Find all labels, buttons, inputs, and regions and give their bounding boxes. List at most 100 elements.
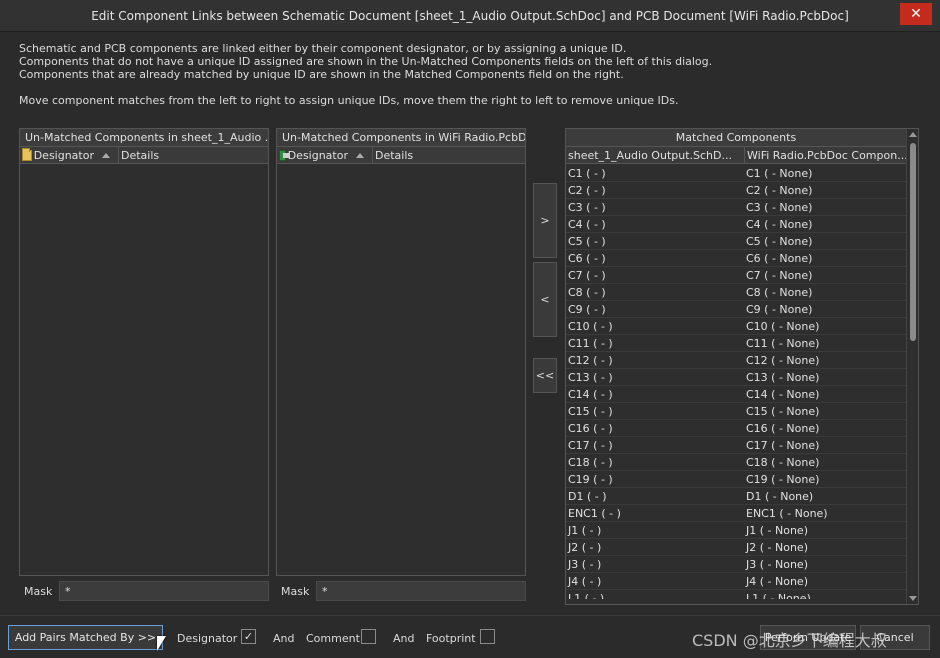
comment-label: Comment — [306, 632, 360, 645]
column-header-row: sheet_1_Audio Output.SchD... WiFi Radio.… — [566, 147, 906, 164]
matched-row[interactable]: L1 ( - ) L1 ( - None) — [566, 590, 906, 600]
middle-mask-label: Mask — [281, 585, 310, 598]
schematic-component-cell: J2 ( - ) — [568, 540, 602, 554]
details-column-header[interactable]: Details — [118, 147, 268, 163]
schematic-folder-icon — [22, 147, 32, 161]
matched-row[interactable]: C17 ( - ) C17 ( - None) — [566, 437, 906, 454]
matched-row[interactable]: C2 ( - ) C2 ( - None) — [566, 182, 906, 199]
column-header-row: Designator Details — [20, 147, 268, 164]
pcb-component-cell: C9 ( - None) — [746, 302, 813, 316]
info-text: Schematic and PCB components are linked … — [19, 42, 919, 107]
matched-row[interactable]: J4 ( - ) J4 ( - None) — [566, 573, 906, 590]
cancel-button[interactable]: Cancel — [860, 625, 930, 650]
pcb-component-cell: C1 ( - None) — [746, 166, 813, 180]
pcb-component-cell: C5 ( - None) — [746, 234, 813, 248]
matched-row[interactable]: C1 ( - ) C1 ( - None) — [566, 165, 906, 182]
comment-checkbox[interactable] — [361, 629, 376, 644]
matched-row[interactable]: C18 ( - ) C18 ( - None) — [566, 454, 906, 471]
pcb-component-cell: C2 ( - None) — [746, 183, 813, 197]
pcb-component-cell: J2 ( - None) — [746, 540, 808, 554]
matched-row[interactable]: C12 ( - ) C12 ( - None) — [566, 352, 906, 369]
and-label: And — [273, 632, 295, 645]
matched-row[interactable]: C19 ( - ) C19 ( - None) — [566, 471, 906, 488]
info-line: Components that do not have a unique ID … — [19, 55, 713, 68]
matched-row[interactable]: C5 ( - ) C5 ( - None) — [566, 233, 906, 250]
details-column-header[interactable]: Details — [372, 147, 525, 163]
move-left-button[interactable]: < — [533, 262, 557, 337]
pcb-component-cell: C11 ( - None) — [746, 336, 820, 350]
dialog-footer: Add Pairs Matched By >> Designator ✓ And… — [0, 615, 940, 658]
matched-row[interactable]: J1 ( - ) J1 ( - None) — [566, 522, 906, 539]
matched-row[interactable]: C6 ( - ) C6 ( - None) — [566, 250, 906, 267]
pcb-component-cell: ENC1 ( - None) — [746, 506, 828, 520]
vertical-scrollbar[interactable] — [906, 129, 918, 604]
matched-row[interactable]: C13 ( - ) C13 ( - None) — [566, 369, 906, 386]
schematic-component-cell: D1 ( - ) — [568, 489, 607, 503]
schematic-component-cell: C4 ( - ) — [568, 217, 606, 231]
pcb-component-cell: C17 ( - None) — [746, 438, 820, 452]
schematic-component-cell: J1 ( - ) — [568, 523, 602, 537]
move-right-button[interactable]: > — [533, 183, 557, 258]
pcb-component-cell: C14 ( - None) — [746, 387, 820, 401]
window-title: Edit Component Links between Schematic D… — [91, 8, 849, 23]
panel-title: Un-Matched Components in WiFi Radio.PcbD… — [282, 131, 525, 144]
footprint-checkbox[interactable] — [480, 629, 495, 644]
schematic-component-cell: C16 ( - ) — [568, 421, 613, 435]
pcb-component-cell: C16 ( - None) — [746, 421, 820, 435]
schematic-component-cell: C3 ( - ) — [568, 200, 606, 214]
matched-row[interactable]: J2 ( - ) J2 ( - None) — [566, 539, 906, 556]
designator-column-header[interactable]: Designator — [20, 147, 118, 163]
schematic-component-cell: L1 ( - ) — [568, 591, 605, 600]
middle-mask-input[interactable]: * — [316, 581, 526, 601]
info-line: Components that are already matched by u… — [19, 68, 624, 81]
pcb-component-cell: C6 ( - None) — [746, 251, 813, 265]
sort-ascending-icon — [102, 152, 110, 158]
pcb-component-cell: C4 ( - None) — [746, 217, 813, 231]
matched-row[interactable]: C3 ( - ) C3 ( - None) — [566, 199, 906, 216]
matched-row[interactable]: J3 ( - ) J3 ( - None) — [566, 556, 906, 573]
pcb-component-cell: J4 ( - None) — [746, 574, 808, 588]
pcb-component-cell: L1 ( - None) — [746, 591, 811, 600]
schematic-component-cell: J4 ( - ) — [568, 574, 602, 588]
schematic-component-cell: J3 ( - ) — [568, 557, 602, 571]
unmatched-schematic-panel[interactable]: Un-Matched Components in sheet_1_Audio .… — [19, 128, 269, 576]
schematic-component-cell: C6 ( - ) — [568, 251, 606, 265]
pcb-component-cell: J1 ( - None) — [746, 523, 808, 537]
pcb-component-cell: J3 ( - None) — [746, 557, 808, 571]
sort-ascending-icon — [356, 152, 364, 158]
close-button[interactable]: ✕ — [900, 3, 932, 25]
add-pairs-matched-by-button[interactable]: Add Pairs Matched By >> — [8, 625, 163, 650]
designator-column-header[interactable]: Designator — [277, 147, 372, 163]
pcb-component-cell: C8 ( - None) — [746, 285, 813, 299]
pcb-component-cell: D1 ( - None) — [746, 489, 814, 503]
schematic-component-cell: C17 ( - ) — [568, 438, 613, 452]
matched-row[interactable]: D1 ( - ) D1 ( - None) — [566, 488, 906, 505]
matched-row[interactable]: C15 ( - ) C15 ( - None) — [566, 403, 906, 420]
scroll-thumb[interactable] — [910, 143, 916, 341]
matched-row[interactable]: C4 ( - ) C4 ( - None) — [566, 216, 906, 233]
matched-row[interactable]: ENC1 ( - ) ENC1 ( - None) — [566, 505, 906, 522]
schematic-column-header[interactable]: sheet_1_Audio Output.SchD... — [566, 147, 744, 163]
matched-row[interactable]: C7 ( - ) C7 ( - None) — [566, 267, 906, 284]
schematic-component-cell: C10 ( - ) — [568, 319, 613, 333]
matched-components-panel[interactable]: Matched Components sheet_1_Audio Output.… — [565, 128, 919, 605]
schematic-component-cell: C9 ( - ) — [568, 302, 606, 316]
left-mask-input[interactable]: * — [59, 581, 269, 601]
matched-row[interactable]: C8 ( - ) C8 ( - None) — [566, 284, 906, 301]
pcb-component-cell: C12 ( - None) — [746, 353, 820, 367]
pcb-column-header[interactable]: WiFi Radio.PcbDoc Compon... — [744, 147, 906, 163]
matched-row[interactable]: C14 ( - ) C14 ( - None) — [566, 386, 906, 403]
designator-checkbox[interactable]: ✓ — [241, 629, 256, 644]
scroll-down-icon[interactable] — [909, 596, 917, 601]
move-all-left-button[interactable]: << — [533, 358, 557, 393]
matched-row[interactable]: C9 ( - ) C9 ( - None) — [566, 301, 906, 318]
panel-title: Matched Components — [675, 131, 797, 144]
perform-update-button[interactable]: Perform Update — [760, 625, 856, 650]
matched-row[interactable]: C16 ( - ) C16 ( - None) — [566, 420, 906, 437]
matched-row[interactable]: C10 ( - ) C10 ( - None) — [566, 318, 906, 335]
pcb-component-cell: C3 ( - None) — [746, 200, 813, 214]
matched-row[interactable]: C11 ( - ) C11 ( - None) — [566, 335, 906, 352]
scroll-up-icon[interactable] — [909, 132, 917, 137]
matched-list[interactable]: C1 ( - ) C1 ( - None) C2 ( - ) C2 ( - None)… — [566, 165, 906, 599]
unmatched-pcb-panel[interactable]: Un-Matched Components in WiFi Radio.PcbD… — [276, 128, 526, 576]
